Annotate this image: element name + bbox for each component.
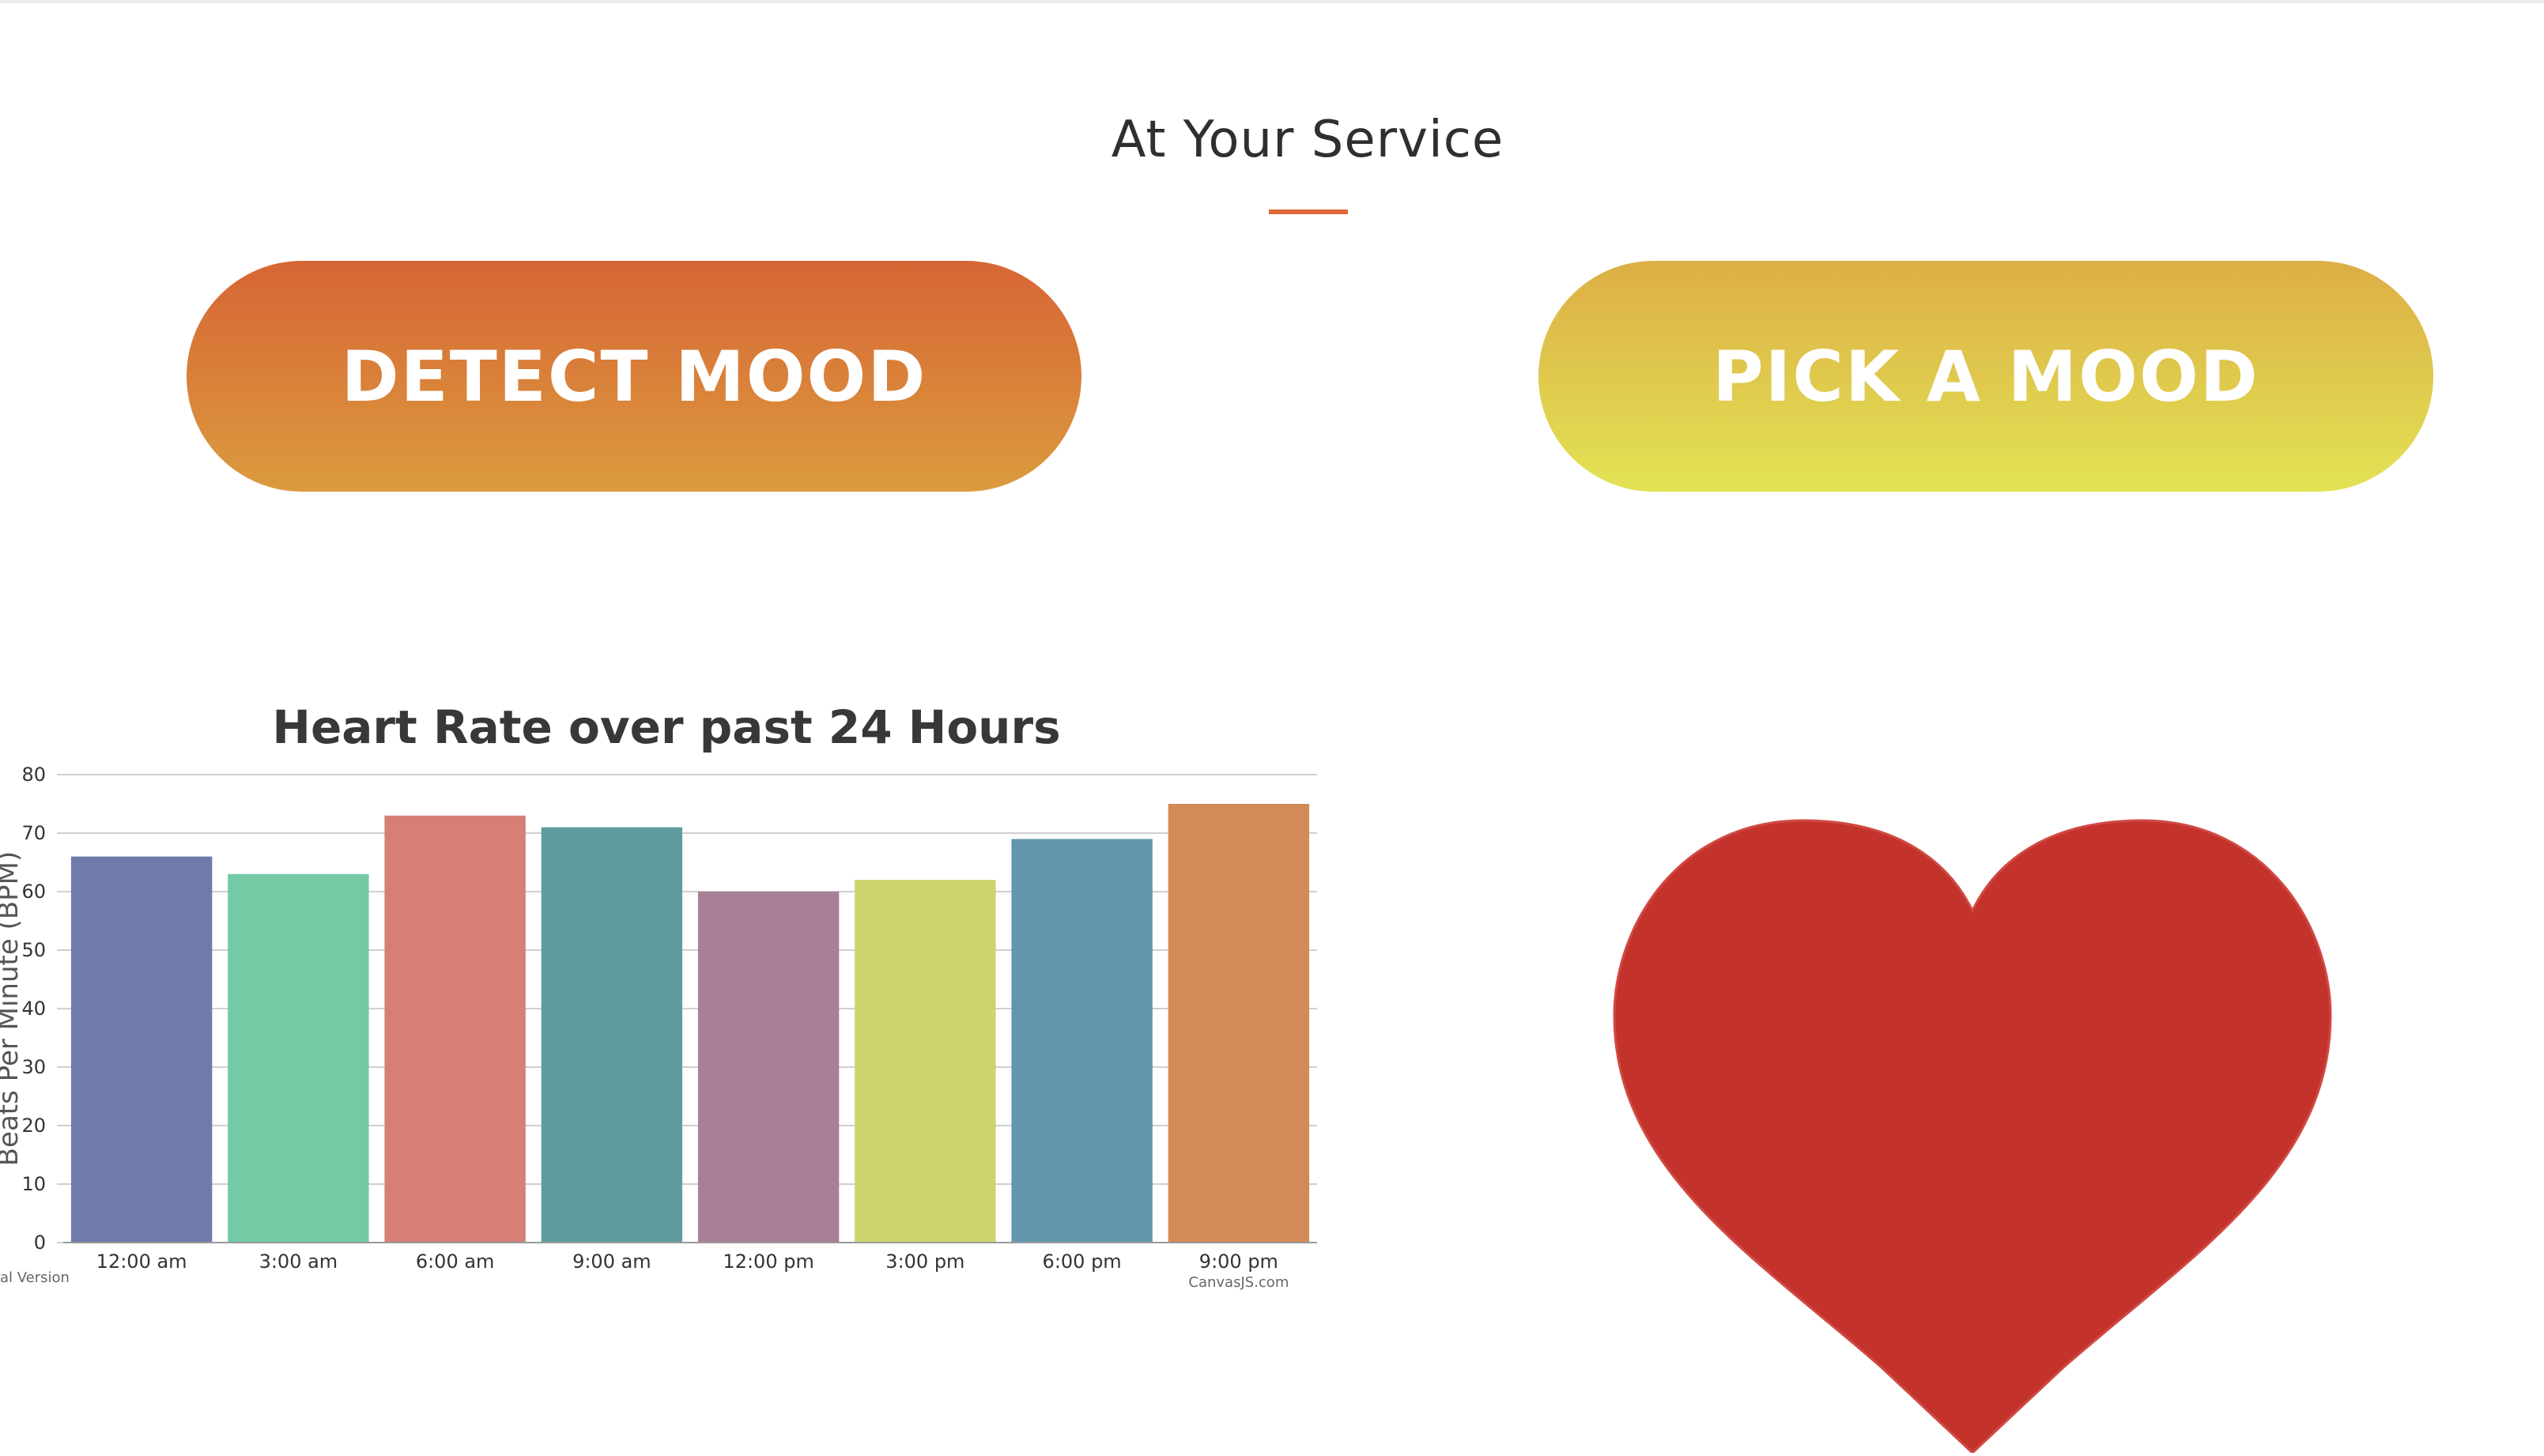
y-tick-label: 10: [21, 1173, 46, 1195]
pick-a-mood-button[interactable]: PICK A MOOD: [1538, 261, 2433, 492]
y-tick-label: 50: [21, 939, 46, 961]
y-tick-label: 60: [21, 881, 46, 903]
title-underline: [1269, 209, 1348, 214]
chart-svg: Heart Rate over past 24 Hours 0 10 20 30 40 50…: [0, 700, 1317, 1291]
bar: [1168, 804, 1310, 1243]
x-tick-label: 6:00 am: [416, 1250, 495, 1273]
watermark-left: al Version: [0, 1269, 70, 1286]
y-tick-label: 40: [21, 998, 46, 1020]
x-tick-label: 3:00 am: [259, 1250, 338, 1273]
x-tick-label: 3:00 pm: [885, 1250, 964, 1273]
y-tick-label: 30: [21, 1056, 46, 1078]
heart-shape: [1613, 819, 2332, 1455]
y-tick-label: 80: [21, 764, 46, 786]
bar: [70, 856, 213, 1243]
section-title: At Your Service: [1111, 111, 1504, 169]
bar: [697, 892, 840, 1243]
bar: [228, 873, 369, 1243]
x-tick-label: 6:00 pm: [1043, 1250, 1122, 1273]
x-tick-label: 12:00 pm: [723, 1250, 813, 1273]
y-axis-label: Beats Per Minute (BPM): [0, 851, 25, 1167]
top-border: [0, 0, 2544, 3]
bar: [1011, 839, 1153, 1243]
heart-svg: [1613, 819, 2332, 1455]
y-tick-label: 0: [34, 1232, 46, 1254]
x-tick-label: 9:00 am: [572, 1250, 651, 1273]
heart-icon[interactable]: [1613, 814, 2332, 1455]
bar: [541, 827, 683, 1243]
bar: [855, 880, 996, 1243]
detect-mood-button[interactable]: DETECT MOOD: [187, 261, 1081, 492]
chart-title: Heart Rate over past 24 Hours: [272, 700, 1060, 754]
watermark-right: CanvasJS.com: [1188, 1274, 1289, 1291]
heart-rate-chart: Heart Rate over past 24 Hours 0 10 20 30 40 50…: [0, 696, 1344, 1296]
bar: [384, 815, 526, 1243]
x-tick-label: 12:00 am: [96, 1250, 187, 1273]
x-tick-label: 9:00 pm: [1199, 1250, 1278, 1273]
y-tick-label: 70: [21, 822, 46, 844]
y-tick-label: 20: [21, 1115, 46, 1137]
